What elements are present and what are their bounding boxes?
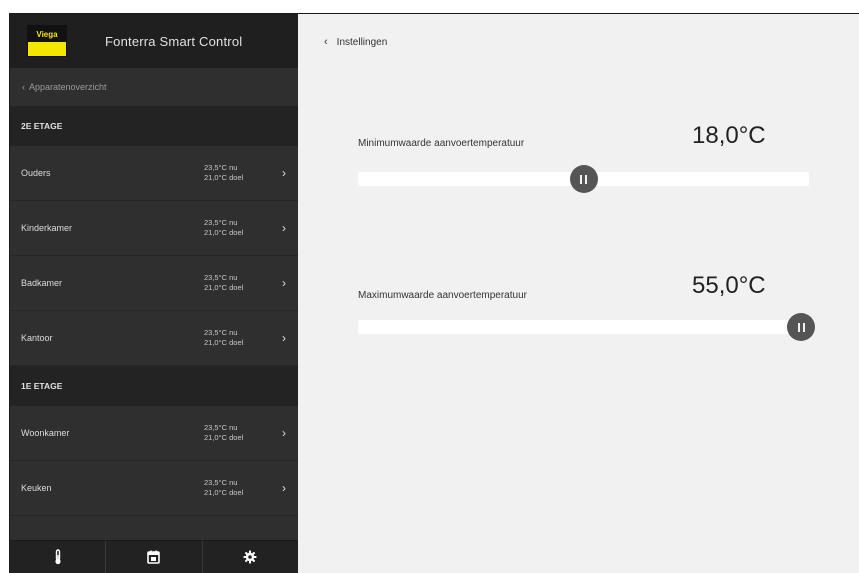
room-name: Ouders [21,168,51,178]
room-temperatures: 23,5°C nu 21,0°C doel [204,478,264,498]
chevron-right-icon: › [282,276,286,290]
min-supply-temp-label: Minimumwaarde aanvoertemperatuur [358,138,525,149]
room-item-woonkamer[interactable]: Woonkamer 23,5°C nu 21,0°C doel › [10,406,298,461]
current-temperature: 23,5°C nu [204,218,238,227]
logo-text: Viega [36,29,58,39]
pause-bars-icon [797,322,805,332]
app-window: Viega Fonterra Smart Control ‹ Apparaten… [9,13,859,573]
pause-bars-icon [580,174,587,184]
sidebar-header: Viega Fonterra Smart Control [10,14,298,68]
section-header-1e-etage: 1E ETAGE [10,366,298,406]
max-supply-temp-slider-track[interactable] [358,320,809,334]
tab-calendar[interactable] [106,541,203,573]
target-temperature: 21,0°C doel [204,228,244,237]
room-name: Kantoor [21,333,53,343]
room-temperatures: 23,5°C nu 21,0°C doel [204,273,264,293]
tab-settings[interactable] [203,541,298,573]
current-temperature: 23,5°C nu [204,163,238,172]
room-item-badkamer[interactable]: Badkamer 23,5°C nu 21,0°C doel › [10,256,298,311]
chevron-right-icon: › [282,426,286,440]
back-link-label: Apparatenoverzicht [29,82,107,92]
bottom-tab-bar [10,540,298,573]
room-item-kinderkamer[interactable]: Kinderkamer 23,5°C nu 21,0°C doel › [10,201,298,256]
min-supply-temp-slider-thumb[interactable] [569,165,598,193]
current-temperature: 23,5°C nu [204,478,238,487]
app-title: Fonterra Smart Control [105,33,243,49]
room-item-kantoor[interactable]: Kantoor 23,5°C nu 21,0°C doel › [10,311,298,366]
gear-icon [243,550,257,564]
room-name: Woonkamer [21,428,70,438]
room-name: Keuken [21,483,52,493]
target-temperature: 21,0°C doel [204,283,244,292]
target-temperature: 21,0°C doel [204,433,244,442]
back-to-settings[interactable]: ‹ Instellingen [324,36,387,48]
sidebar: Viega Fonterra Smart Control ‹ Apparaten… [10,14,298,573]
thermometer-icon [55,549,61,565]
room-name: Kinderkamer [21,223,73,233]
calendar-icon [147,550,161,564]
max-supply-temp-label: Maximumwaarde aanvoertemperatuur [358,290,527,301]
max-supply-temp-slider-thumb[interactable] [787,313,815,341]
room-name: Badkamer [21,278,63,288]
target-temperature: 21,0°C doel [204,488,244,497]
current-temperature: 23,5°C nu [204,273,238,282]
chevron-right-icon: › [282,481,286,495]
room-temperatures: 23,5°C nu 21,0°C doel [204,328,264,348]
current-temperature: 23,5°C nu [204,423,238,432]
room-item-ouders[interactable]: Ouders 23,5°C nu 21,0°C doel › [10,146,298,201]
max-supply-temp-value: 55,0°C [692,272,766,299]
viega-logo: Viega [27,25,67,57]
main-back-label: Instellingen [336,36,388,48]
tab-thermometer[interactable] [10,541,107,573]
target-temperature: 21,0°C doel [204,173,244,182]
room-item-keuken[interactable]: Keuken 23,5°C nu 21,0°C doel › [10,461,298,516]
chevron-right-icon: › [282,166,286,180]
settings-panel: ‹ Instellingen Minimumwaarde aanvoertemp… [298,14,859,573]
section-title: 2E ETAGE [21,121,63,131]
chevron-left-icon: ‹ [22,82,25,92]
chevron-right-icon: › [282,221,286,235]
room-temperatures: 23,5°C nu 21,0°C doel [204,163,264,183]
chevron-right-icon: › [282,331,286,345]
min-supply-temp-value: 18,0°C [692,122,766,149]
room-temperatures: 23,5°C nu 21,0°C doel [204,218,264,238]
back-to-device-overview[interactable]: ‹ Apparatenoverzicht [10,68,298,106]
section-header-2e-etage: 2E ETAGE [10,106,298,146]
section-title: 1E ETAGE [21,381,63,391]
chevron-left-icon: ‹ [324,36,328,48]
target-temperature: 21,0°C doel [204,338,244,347]
room-temperatures: 23,5°C nu 21,0°C doel [204,423,264,443]
current-temperature: 23,5°C nu [204,328,238,337]
